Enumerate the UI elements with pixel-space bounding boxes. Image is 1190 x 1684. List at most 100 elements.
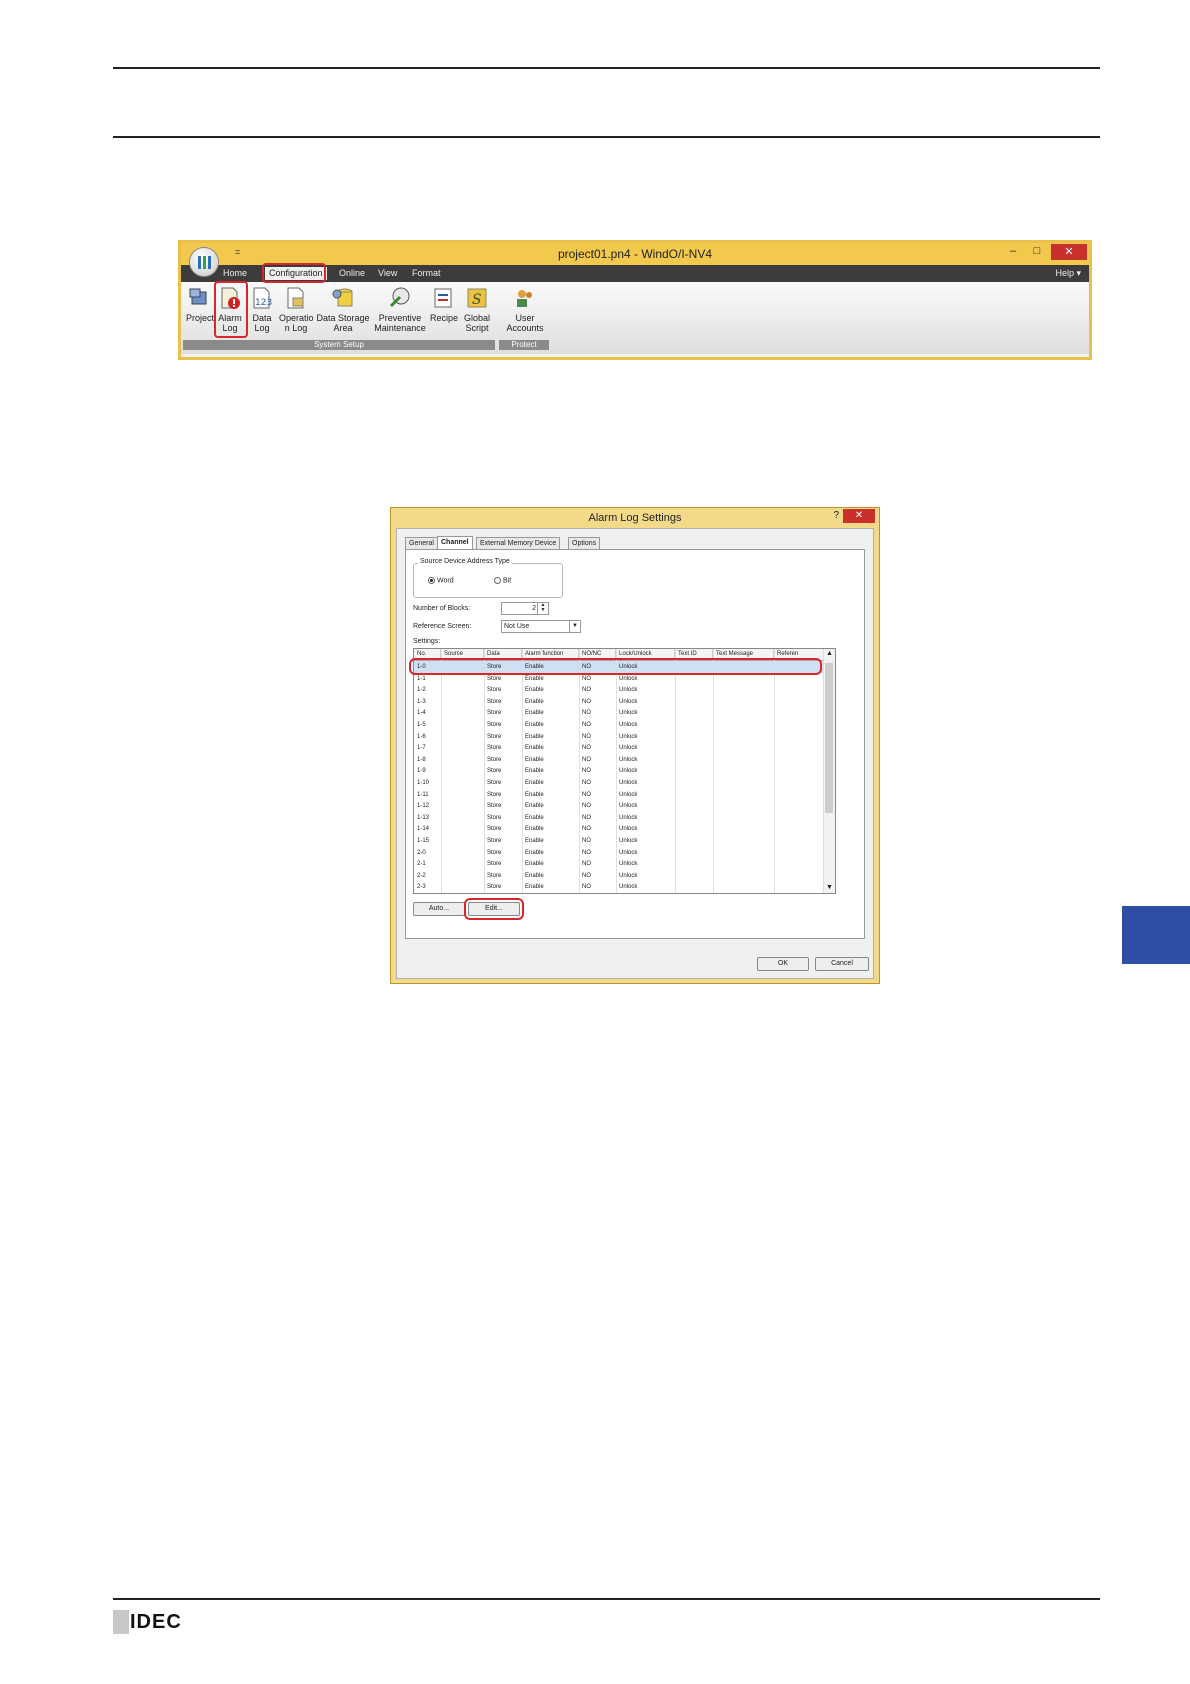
table-cell: Store (487, 872, 502, 879)
app-menu-icon[interactable] (189, 247, 219, 277)
table-cell: Enable (525, 814, 544, 821)
table-cell (441, 870, 444, 882)
table-cell: Enable (525, 803, 544, 810)
table-row[interactable]: 1-2 Store Enable NO Unlock (414, 684, 835, 696)
table-row[interactable]: 1-8 Store Enable NO Unlock (414, 754, 835, 766)
tab-format[interactable]: Format (408, 267, 445, 280)
word-radio[interactable]: Word (428, 577, 454, 584)
vertical-scrollbar[interactable]: ▲ ▼ (823, 649, 835, 893)
table-row[interactable]: 1-15 Store Enable NO Unlock (414, 835, 835, 847)
highlight-edit-button (464, 898, 524, 920)
table-cell (441, 754, 444, 766)
table-row[interactable]: 1-12 Store Enable NO Unlock (414, 800, 835, 812)
user-accounts-icon (517, 290, 532, 307)
tab-options[interactable]: Options (568, 537, 601, 549)
scroll-thumb[interactable] (825, 663, 833, 813)
tab-channel[interactable]: Channel (437, 536, 473, 549)
table-cell: 2-1 (417, 861, 426, 868)
table-cell: 2-2 (417, 872, 426, 879)
settings-label: Settings: (413, 638, 441, 645)
channel-panel: Source Device Address Type Word Bit Numb… (405, 549, 865, 939)
global-script-label-2: Script (465, 323, 489, 333)
operation-log-button[interactable]: Operatio n Log (279, 284, 314, 338)
minimize-icon[interactable]: – (1003, 245, 1023, 257)
table-row[interactable]: 1-4 Store Enable NO Unlock (414, 707, 835, 719)
table-cell: Unlock (619, 884, 638, 891)
table-row[interactable]: 1-7 Store Enable NO Unlock (414, 742, 835, 754)
table-cell: NO (582, 722, 591, 728)
svg-text:123: 123 (255, 298, 272, 308)
table-cell: NO (582, 768, 591, 775)
table-row[interactable]: 1-6 Store Enable NO Unlock (414, 731, 835, 743)
table-cell: Enable (525, 826, 544, 833)
table-cell (441, 881, 444, 893)
table-row[interactable]: 2-2 Store Enable NO Unlock (414, 870, 835, 882)
word-label: Word (437, 577, 454, 585)
table-row[interactable]: 1-14 Store Enable NO Unlock (414, 823, 835, 835)
table-cell (441, 800, 444, 812)
footer-rule (113, 1598, 1100, 1600)
table-row[interactable]: 2-0 Store Enable NO Unlock (414, 847, 835, 859)
recipe-button[interactable]: Recipe (429, 284, 459, 338)
tab-view[interactable]: View (374, 267, 401, 280)
tab-general[interactable]: General (405, 537, 438, 549)
table-cell: Store (487, 838, 502, 844)
table-cell: Enable (525, 745, 544, 752)
data-storage-area-button[interactable]: Data Storage Area (315, 284, 371, 338)
table-cell: Enable (525, 710, 544, 717)
ok-button[interactable]: OK (757, 957, 809, 971)
global-script-button[interactable]: S Global Script (461, 284, 493, 338)
data-log-button[interactable]: 123 Data Log (247, 284, 277, 338)
reference-select[interactable]: Not Use ▼ (501, 620, 581, 633)
cancel-button[interactable]: Cancel (815, 957, 869, 971)
table-row[interactable]: 1-10 Store Enable NO Unlock (414, 777, 835, 789)
spin-arrows-icon[interactable]: ▲ ▼ (537, 603, 548, 614)
blocks-stepper[interactable]: 2 ▲ ▼ (501, 602, 549, 615)
table-cell: NO (582, 710, 591, 717)
table-row[interactable]: 1-9 Store Enable NO Unlock (414, 765, 835, 777)
dialog-close-icon[interactable]: ✕ (843, 509, 875, 523)
scroll-down-icon[interactable]: ▼ (824, 883, 835, 893)
help-icon[interactable]: ? (833, 510, 839, 521)
group-protect: Protect (499, 340, 549, 350)
table-row[interactable]: 1-5 Store Enable NO Unlock (414, 719, 835, 731)
table-cell: Store (487, 849, 502, 856)
table-cell: Store (487, 861, 502, 868)
table-row[interactable]: 2-3 Store Enable NO Unlock (414, 881, 835, 893)
scroll-up-icon[interactable]: ▲ (824, 649, 835, 659)
table-cell (441, 765, 444, 777)
quick-access-icon[interactable]: = (235, 247, 240, 257)
script-icon: S (467, 288, 487, 308)
table-row[interactable]: 1-13 Store Enable NO Unlock (414, 812, 835, 824)
table-row[interactable]: 2-1 Store Enable NO Unlock (414, 858, 835, 870)
table-row[interactable]: 1-11 Store Enable NO Unlock (414, 789, 835, 801)
table-cell: NO (582, 780, 591, 786)
table-cell: Unlock (619, 814, 638, 821)
source-type-label: Source Device Address Type (418, 558, 512, 565)
table-cell (441, 707, 444, 719)
table-cell (441, 777, 444, 789)
bit-radio[interactable]: Bit (494, 577, 511, 584)
table-row[interactable]: 1-3 Store Enable NO Unlock (414, 696, 835, 708)
table-cell: NO (582, 826, 591, 833)
table-cell: 1-6 (417, 733, 426, 740)
table-row[interactable]: 2-4 Store Enable NO Unlock (414, 893, 835, 894)
word-radio-icon (428, 577, 435, 584)
table-cell (441, 789, 444, 801)
user-accounts-button[interactable]: User Accounts (503, 284, 547, 338)
blocks-value: 2 (532, 605, 536, 612)
tab-home[interactable]: Home (219, 267, 251, 280)
table-cell: 1-12 (417, 803, 430, 810)
table-cell: Unlock (619, 849, 638, 856)
tab-online[interactable]: Online (335, 267, 369, 280)
project-button[interactable]: Project (185, 284, 215, 338)
table-cell: Store (487, 791, 502, 798)
close-icon[interactable]: ✕ (1051, 244, 1087, 260)
table-cell: 1-13 (417, 814, 430, 821)
maximize-icon[interactable]: □ (1027, 245, 1047, 257)
auto-button[interactable]: Auto... (413, 902, 465, 916)
table-cell: NO (582, 733, 591, 740)
preventive-maintenance-button[interactable]: Preventive Maintenance (373, 284, 427, 338)
tab-external-memory-device[interactable]: External Memory Device (476, 537, 561, 549)
help-button[interactable]: Help ▾ (1055, 267, 1081, 280)
